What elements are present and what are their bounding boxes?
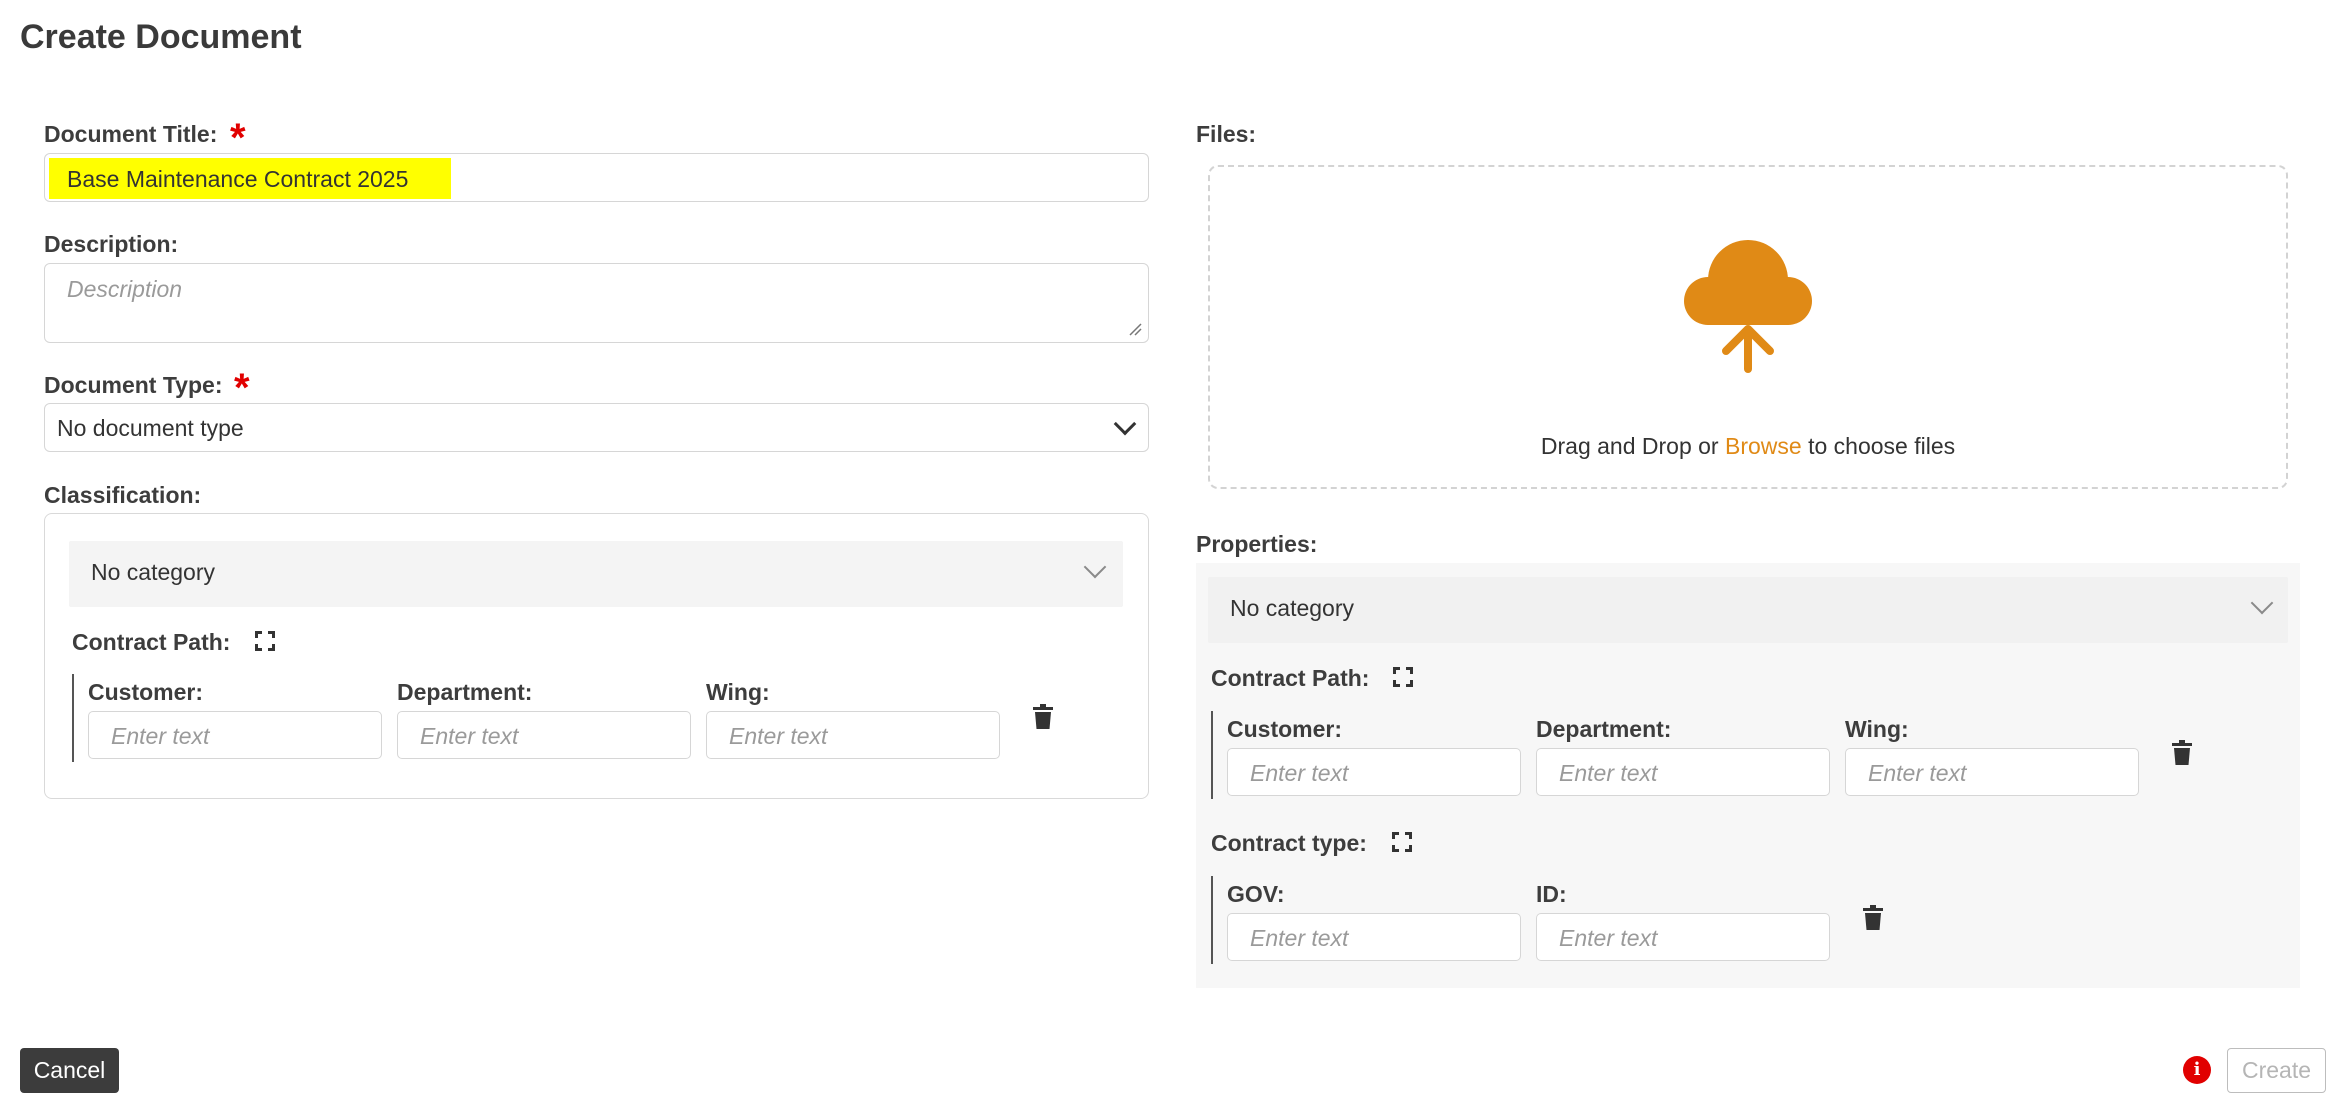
customer-label: Customer: bbox=[1227, 716, 1343, 742]
document-type-select[interactable]: No document type bbox=[44, 403, 1149, 452]
cancel-button[interactable]: Cancel bbox=[20, 1048, 119, 1093]
document-title-label: Document Title: bbox=[44, 121, 218, 147]
department-input[interactable]: Enter text bbox=[397, 711, 691, 759]
properties-panel: No category Contract Path: Customer: Ent… bbox=[1196, 563, 2300, 988]
browse-link[interactable]: Browse bbox=[1725, 433, 1802, 459]
document-type-value: No document type bbox=[57, 415, 244, 441]
wing-label: Wing: bbox=[706, 679, 770, 705]
id-input[interactable]: Enter text bbox=[1536, 913, 1830, 961]
files-label: Files: bbox=[1196, 121, 1257, 147]
customer-placeholder: Enter text bbox=[1250, 760, 1349, 786]
expand-icon[interactable] bbox=[1393, 667, 1413, 687]
department-label: Department: bbox=[397, 679, 533, 705]
chevron-down-icon bbox=[2250, 591, 2274, 615]
required-mark: * bbox=[230, 116, 246, 160]
wing-placeholder: Enter text bbox=[1868, 760, 1967, 786]
expand-icon[interactable] bbox=[1392, 832, 1412, 852]
wing-input[interactable]: Enter text bbox=[706, 711, 1000, 759]
classification-label: Classification: bbox=[44, 482, 202, 508]
customer-placeholder: Enter text bbox=[111, 723, 210, 749]
chevron-down-icon bbox=[1113, 412, 1137, 436]
required-mark: * bbox=[234, 366, 250, 410]
wing-input[interactable]: Enter text bbox=[1845, 748, 2139, 796]
classification-panel: No category Contract Path: Customer: Ent… bbox=[44, 513, 1149, 799]
department-label: Department: bbox=[1536, 716, 1672, 742]
info-icon[interactable]: i bbox=[2183, 1056, 2211, 1084]
trash-icon[interactable] bbox=[1033, 704, 1053, 730]
wing-placeholder: Enter text bbox=[729, 723, 828, 749]
path-divider bbox=[72, 674, 74, 762]
expand-icon[interactable] bbox=[255, 631, 275, 651]
dropzone-text: Drag and Drop or Browse to choose files bbox=[1210, 433, 2286, 460]
department-placeholder: Enter text bbox=[420, 723, 519, 749]
contract-type-label: Contract type: bbox=[1211, 830, 1367, 856]
customer-input[interactable]: Enter text bbox=[88, 711, 382, 759]
category-value: No category bbox=[91, 559, 216, 585]
department-input[interactable]: Enter text bbox=[1536, 748, 1830, 796]
cloud-upload-icon bbox=[1684, 240, 1812, 373]
customer-input[interactable]: Enter text bbox=[1227, 748, 1521, 796]
wing-label: Wing: bbox=[1845, 716, 1909, 742]
resize-handle-icon[interactable] bbox=[1128, 322, 1142, 336]
document-type-label: Document Type: bbox=[44, 372, 223, 398]
document-title-value: Base Maintenance Contract 2025 bbox=[67, 166, 409, 192]
description-label: Description: bbox=[44, 231, 179, 257]
properties-label: Properties: bbox=[1196, 531, 1318, 557]
gov-placeholder: Enter text bbox=[1250, 925, 1349, 951]
gov-label: GOV: bbox=[1227, 881, 1285, 907]
contract-path-label: Contract Path: bbox=[72, 629, 231, 655]
dropzone-text-before: Drag and Drop or bbox=[1540, 433, 1725, 459]
create-button[interactable]: Create bbox=[2227, 1048, 2326, 1093]
file-dropzone[interactable]: Drag and Drop or Browse to choose files bbox=[1208, 165, 2288, 489]
description-textarea[interactable]: Description bbox=[44, 263, 1149, 343]
contract-path-label: Contract Path: bbox=[1211, 665, 1370, 691]
category-value: No category bbox=[1230, 595, 1355, 621]
gov-input[interactable]: Enter text bbox=[1227, 913, 1521, 961]
classification-category-select[interactable]: No category bbox=[69, 541, 1123, 607]
department-placeholder: Enter text bbox=[1559, 760, 1658, 786]
properties-category-select[interactable]: No category bbox=[1208, 577, 2288, 643]
chevron-down-icon bbox=[1083, 555, 1107, 579]
id-placeholder: Enter text bbox=[1559, 925, 1658, 951]
document-title-input[interactable]: Base Maintenance Contract 2025 bbox=[44, 153, 1149, 202]
page-title: Create Document bbox=[20, 18, 302, 56]
dropzone-text-after: to choose files bbox=[1801, 433, 1956, 459]
customer-label: Customer: bbox=[88, 679, 204, 705]
trash-icon[interactable] bbox=[1863, 905, 1883, 931]
type-divider bbox=[1211, 876, 1213, 964]
id-label: ID: bbox=[1536, 881, 1567, 907]
trash-icon[interactable] bbox=[2172, 740, 2192, 766]
path-divider bbox=[1211, 711, 1213, 799]
description-placeholder: Description bbox=[67, 276, 183, 302]
